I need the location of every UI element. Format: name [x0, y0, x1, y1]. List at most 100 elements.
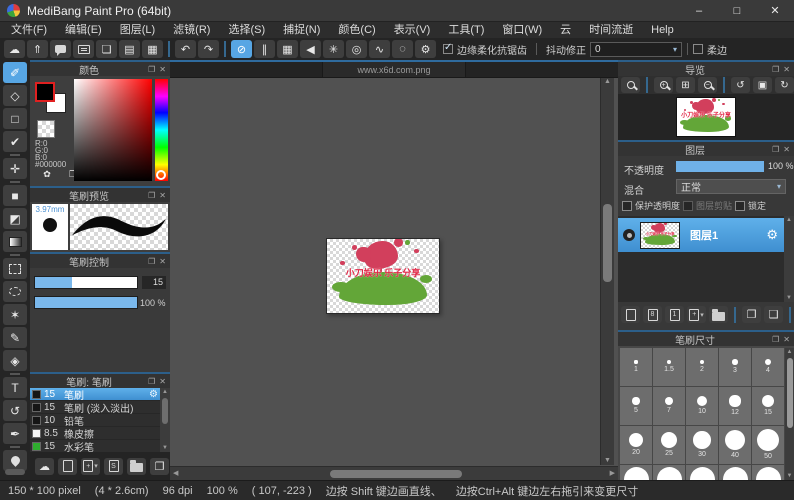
zoom-out-button[interactable]: −: [698, 77, 717, 93]
snap-vanishing-button[interactable]: ◀: [300, 40, 321, 58]
transfer-layer-button[interactable]: ❑: [764, 306, 783, 323]
brush-folder-button[interactable]: [127, 458, 146, 475]
popout-icon[interactable]: ❐: [772, 145, 779, 154]
menu-item-12[interactable]: Help: [642, 22, 683, 38]
clipping-checkbox[interactable]: [683, 201, 693, 211]
comment-panel-button[interactable]: [73, 40, 94, 58]
menu-item-5[interactable]: 捕捉(N): [274, 22, 329, 38]
undo-button[interactable]: ↶: [175, 40, 196, 58]
move-tool-button[interactable]: ✛: [3, 158, 27, 179]
protect-alpha-checkbox[interactable]: [622, 201, 632, 211]
lasso-select-tool-button[interactable]: [3, 281, 27, 302]
document-tab[interactable]: www.x6d.com.png: [322, 62, 465, 77]
brush-size-cell[interactable]: 30: [686, 426, 718, 464]
close-panel-icon[interactable]: ✕: [159, 191, 166, 200]
saturation-value-picker[interactable]: [74, 79, 152, 181]
layer-settings-icon[interactable]: ⚙: [766, 227, 778, 243]
add-8bit-layer-button[interactable]: 8: [643, 306, 662, 323]
menu-item-0[interactable]: 文件(F): [2, 22, 56, 38]
snap-ellipse-button[interactable]: ◌: [392, 40, 413, 58]
menu-item-4[interactable]: 选择(S): [219, 22, 274, 38]
brush-size-cell[interactable]: 25: [653, 426, 685, 464]
select-pen-tool-button[interactable]: ✎: [3, 327, 27, 348]
brush-size-cell[interactable]: [719, 465, 751, 480]
popout-icon[interactable]: ❐: [148, 65, 155, 74]
pen-tool-button[interactable]: ✒: [3, 423, 27, 444]
duplicate-layer-button[interactable]: ❐: [742, 306, 761, 323]
close-panel-icon[interactable]: ✕: [159, 257, 166, 266]
close-panel-icon[interactable]: ✕: [783, 65, 790, 74]
layer-folder-button[interactable]: [709, 306, 728, 323]
scroll-down-icon[interactable]: ▼: [786, 294, 792, 302]
snap-radial-button[interactable]: ✳: [323, 40, 344, 58]
brush-size-cell[interactable]: [620, 465, 652, 480]
maximize-button[interactable]: □: [718, 0, 756, 21]
fit-window-button[interactable]: ⊞: [676, 77, 695, 93]
select-eraser-tool-button[interactable]: ◈: [3, 350, 27, 371]
scroll-up-icon[interactable]: ▲: [787, 348, 793, 356]
add-1bit-layer-button[interactable]: 1: [665, 306, 684, 323]
brush-list-scrollbar[interactable]: ▲ ▼: [160, 388, 170, 452]
brush-menu-button[interactable]: +▾: [81, 458, 100, 475]
blend-mode-select[interactable]: 正常 ▾: [676, 179, 786, 194]
scroll-up-icon[interactable]: ▲: [604, 78, 611, 86]
scrollbar-thumb[interactable]: [330, 470, 462, 478]
cloud-button[interactable]: ☁: [4, 40, 25, 58]
scroll-up-icon[interactable]: ▲: [786, 216, 792, 224]
menu-item-9[interactable]: 窗口(W): [493, 22, 551, 38]
brush-size-cell[interactable]: 12: [719, 387, 751, 425]
brush-size-cell[interactable]: 5: [620, 387, 652, 425]
stabilizer-select[interactable]: 0 ▾: [590, 42, 682, 57]
fill-rect-tool-button[interactable]: ■: [3, 185, 27, 206]
brush-size-cell[interactable]: 3: [719, 348, 751, 386]
brush-size-cell[interactable]: 40: [719, 426, 751, 464]
snap-parallel-button[interactable]: ∥: [254, 40, 275, 58]
layer-opacity-slider[interactable]: [676, 161, 764, 172]
marquee-select-tool-button[interactable]: [3, 258, 27, 279]
brush-size-cell[interactable]: 1: [620, 348, 652, 386]
minimize-button[interactable]: –: [680, 0, 718, 21]
add-brush-button[interactable]: [58, 458, 77, 475]
menu-item-1[interactable]: 编辑(E): [56, 22, 111, 38]
scroll-right-icon[interactable]: ▶: [610, 470, 615, 478]
rotate-view-tool-button[interactable]: ↺: [3, 400, 27, 421]
rotate-right-button[interactable]: ↻: [775, 77, 794, 93]
shape-brush-tool-button[interactable]: □: [3, 108, 27, 129]
bucket-tool-button[interactable]: ◩: [3, 208, 27, 229]
horizontal-scrollbar[interactable]: ◀ ▶: [170, 466, 618, 480]
layer-row[interactable]: 小刀娱乐 乐子分享 图层1 ⚙: [618, 218, 784, 252]
grid-settings-button[interactable]: ▦: [142, 40, 163, 58]
close-panel-icon[interactable]: ✕: [783, 145, 790, 154]
magic-wand-tool-button[interactable]: ✶: [3, 304, 27, 325]
scrollbar-thumb[interactable]: [787, 358, 793, 428]
brush-size-cell[interactable]: 7: [653, 387, 685, 425]
snap-settings-button[interactable]: ⚙: [415, 40, 436, 58]
scroll-down-icon[interactable]: ▼: [604, 457, 611, 465]
text-tool-button[interactable]: T: [3, 377, 27, 398]
menu-item-3[interactable]: 滤镜(R): [164, 22, 219, 38]
add-layer-button[interactable]: [621, 306, 640, 323]
eraser-tool-button[interactable]: ◇: [3, 85, 27, 106]
popout-icon[interactable]: ❐: [148, 191, 155, 200]
layer-visibility-toggle[interactable]: [623, 229, 635, 241]
snap-grid-button[interactable]: ▦: [277, 40, 298, 58]
redo-button[interactable]: ↷: [198, 40, 219, 58]
brush-size-cell[interactable]: 4: [752, 348, 784, 386]
soft-edge-checkbox[interactable]: [693, 44, 703, 54]
brush-size-cell[interactable]: [653, 465, 685, 480]
scrollbar-thumb[interactable]: [603, 204, 612, 282]
scroll-left-icon[interactable]: ◀: [173, 470, 178, 478]
reset-view-button[interactable]: ▣: [753, 77, 772, 93]
brush-tool-button[interactable]: ✐: [3, 62, 27, 83]
brush-cloud-button[interactable]: ☁: [35, 458, 54, 475]
document-button[interactable]: ❏: [96, 40, 117, 58]
navigator-thumbnail[interactable]: 小刀娱乐 乐子分享: [676, 97, 736, 137]
hue-cursor[interactable]: [156, 170, 166, 180]
popout-icon[interactable]: ❐: [148, 377, 155, 386]
brush-size-cell[interactable]: 50: [752, 426, 784, 464]
popout-icon[interactable]: ❐: [772, 65, 779, 74]
menu-item-2[interactable]: 图层(L): [111, 22, 164, 38]
foreground-color-swatch[interactable]: [35, 82, 55, 102]
zoom-100-button[interactable]: [621, 77, 640, 93]
lock-checkbox[interactable]: [735, 201, 745, 211]
